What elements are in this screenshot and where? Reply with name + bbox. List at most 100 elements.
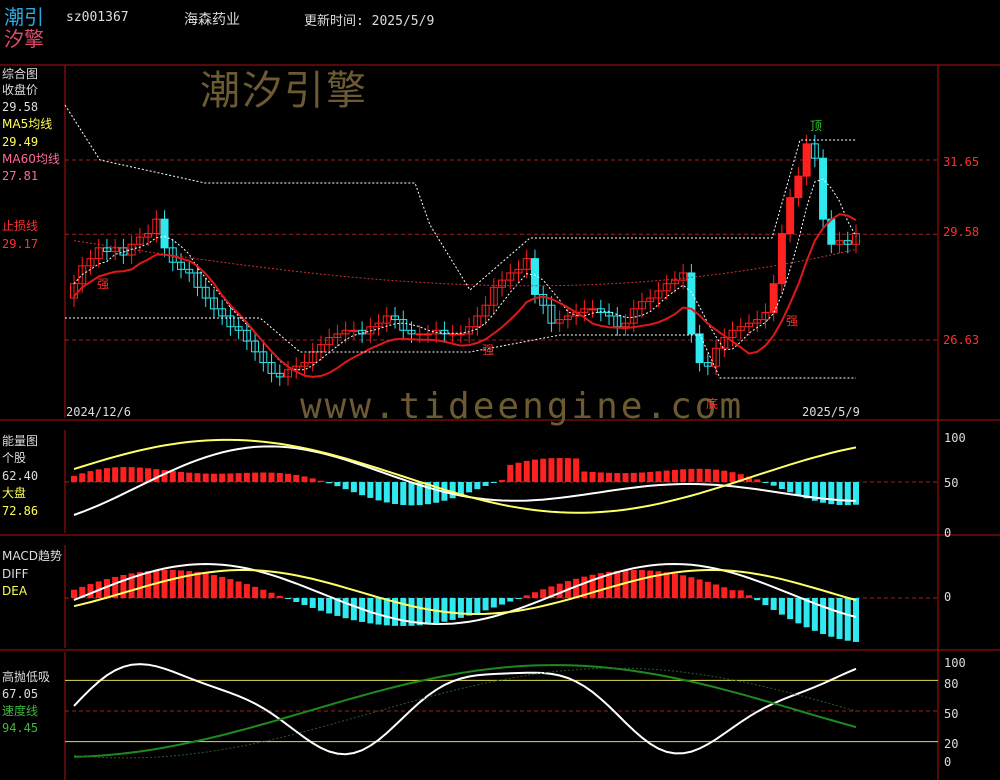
macd-bar-down [474, 598, 481, 614]
energy-bar-up [219, 473, 226, 482]
macd-bar-down [342, 598, 349, 619]
diff-label: DIFF [2, 567, 29, 581]
energy-bar-up [136, 467, 143, 482]
date-end: 2025/5/9 [802, 405, 860, 419]
speed-line-lag [73, 667, 857, 759]
candle-down [687, 272, 696, 335]
energy-bar-up [293, 474, 300, 482]
energy-bar-up [153, 469, 160, 482]
energy-bar-up [515, 462, 522, 482]
macd-bar-up [638, 570, 645, 598]
macd-bar-up [202, 573, 209, 598]
y-tick-3: 26.63 [943, 333, 980, 347]
macd-bar-down [515, 598, 522, 599]
energy-bar-down [392, 482, 399, 505]
p3-tick-0: 0 [944, 590, 952, 604]
macd-bar-up [704, 581, 711, 598]
macd-bar-up [737, 590, 744, 598]
macd-bar-down [787, 598, 794, 620]
energy-bar-up [301, 476, 308, 482]
macd-bar-down [326, 598, 333, 614]
candle-down [819, 157, 828, 220]
p2-tick-50: 50 [944, 476, 959, 490]
energy-bar-up [721, 470, 728, 482]
macd-bar-down [375, 598, 382, 625]
energy-bar-down [334, 482, 341, 487]
energy-bar-down [342, 482, 349, 490]
p4-tick-50: 50 [944, 707, 959, 721]
energy-bar-up [186, 472, 193, 482]
macd-bar-up [523, 595, 530, 598]
energy-bar-up [606, 472, 613, 482]
energy-bar-down [795, 482, 802, 496]
candle-up [802, 143, 811, 177]
annotation-top: 顶 [810, 119, 823, 133]
candle-up [448, 333, 457, 336]
energy-bar-up [507, 464, 514, 482]
energy-bar-down [367, 482, 374, 498]
macd-bar-down [424, 598, 431, 625]
p4-tick-100: 100 [944, 656, 966, 670]
macd-bar-down [778, 598, 785, 615]
energy-bar-down [359, 482, 366, 496]
energy-bar-up [688, 468, 695, 482]
candle-up [456, 333, 465, 336]
energy-bar-up [630, 472, 637, 482]
p2-tick-100: 100 [944, 431, 966, 445]
stop-value: 29.17 [2, 237, 39, 251]
energy-bar-up [79, 473, 86, 482]
candle-up [786, 197, 795, 235]
macd-bar-down [317, 598, 324, 611]
speed-label: 速度线 [2, 704, 39, 718]
macd-bar-up [696, 579, 703, 598]
macd-bar-up [71, 589, 77, 598]
energy-bar-up [210, 473, 217, 482]
macd-bar-up [243, 584, 250, 598]
macd-bar-up [589, 574, 596, 598]
energy-bar-down [350, 482, 357, 493]
macd-bar-up [169, 570, 176, 598]
macd-bar-up [87, 584, 94, 598]
candle-up [349, 329, 358, 332]
energy-bar-up [268, 472, 275, 482]
macd-bar-up [729, 590, 736, 598]
energy-bar-up [120, 467, 127, 482]
energy-bar-up [531, 459, 538, 482]
ma5-value: 29.49 [2, 135, 39, 149]
y-tick-1: 31.65 [943, 155, 980, 169]
macd-bar-up [531, 592, 538, 598]
macd-bar-up [268, 592, 275, 598]
energy-bar-up [614, 473, 621, 482]
energy-bar-up [243, 472, 250, 482]
macd-bar-up [276, 595, 283, 598]
energy-bar-up [309, 478, 316, 482]
energy-bar-up [696, 468, 703, 482]
ma5-line [73, 178, 857, 371]
macd-bar-up [630, 570, 637, 598]
energy-bar-up [260, 472, 267, 482]
annotation-bottom: 底 [706, 397, 719, 411]
energy-bar-up [227, 473, 234, 482]
energy-market-value: 72.86 [2, 504, 39, 518]
macd-bar-down [844, 598, 851, 641]
macd-bar-down [762, 598, 769, 606]
energy-bar-up [103, 468, 110, 482]
energy-bar-up [178, 471, 185, 482]
panel4-value: 67.05 [2, 687, 39, 701]
macd-bar-down [499, 598, 506, 605]
macd-bar-down [383, 598, 390, 626]
energy-bar-down [474, 482, 481, 490]
energy-bar-down [490, 482, 497, 483]
macd-bar-up [556, 583, 563, 598]
energy-bar-down [466, 482, 473, 493]
energy-bar-down [400, 482, 407, 506]
ma5-label: MA5均线 [2, 117, 53, 131]
dea-label: DEA [2, 584, 28, 598]
macd-bar-up [260, 589, 267, 598]
panel1-title: 综合图 [2, 67, 39, 81]
stop-label: 止损线 [2, 219, 39, 233]
energy-bar-up [655, 471, 662, 482]
annotation-strong-2: 强 [482, 343, 495, 357]
energy-bar-up [671, 469, 678, 482]
macd-bar-up [194, 572, 201, 598]
